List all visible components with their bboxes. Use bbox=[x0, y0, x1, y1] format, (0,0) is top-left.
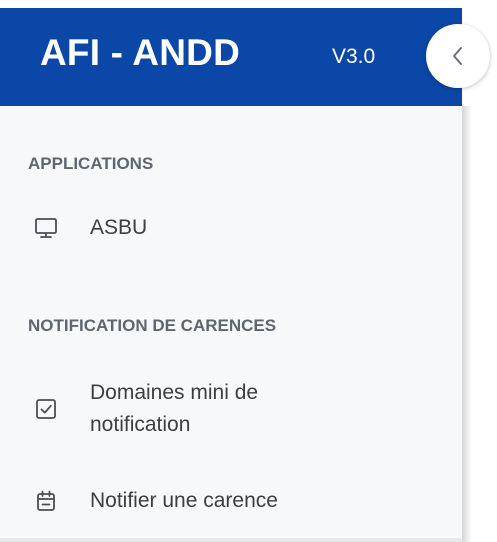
top-strip bbox=[0, 0, 462, 8]
sidebar-item-notifier-une-carence[interactable]: Notifier une carence bbox=[0, 482, 462, 522]
app-header: AFI - ANDD V3.0 bbox=[0, 8, 462, 106]
monitor-icon bbox=[34, 216, 58, 240]
sidebar: APPLICATIONS ASBU NOTIFICATION DE CARENC… bbox=[0, 106, 462, 542]
sidebar-item-label: ASBU bbox=[90, 216, 148, 239]
bottom-divider bbox=[0, 538, 462, 542]
chevron-left-icon bbox=[453, 47, 462, 65]
sidebar-item-asbu[interactable]: ASBU bbox=[0, 210, 462, 250]
section-header-applications: APPLICATIONS bbox=[28, 154, 154, 173]
app-title: AFI - ANDD bbox=[40, 32, 240, 73]
app-window: AFI - ANDD V3.0 APPLICATIONS ASBU NOTIFI… bbox=[0, 0, 497, 542]
sidebar-item-domaines-mini-de-notification[interactable]: Domaines mini de notification bbox=[0, 376, 462, 442]
sidebar-item-label: Notifier une carence bbox=[90, 489, 278, 512]
section-header-notification-de-carences: NOTIFICATION DE CARENCES bbox=[28, 316, 277, 335]
sidebar-item-label-line1: Domaines mini de bbox=[90, 381, 259, 404]
sidebar-item-label-line2: notification bbox=[90, 413, 191, 436]
app-version: V3.0 bbox=[332, 45, 376, 68]
checkbox-icon bbox=[34, 397, 58, 421]
collapse-sidebar-button[interactable] bbox=[426, 24, 490, 88]
sidebar-shadow bbox=[462, 106, 472, 542]
calendar-icon bbox=[34, 489, 58, 513]
